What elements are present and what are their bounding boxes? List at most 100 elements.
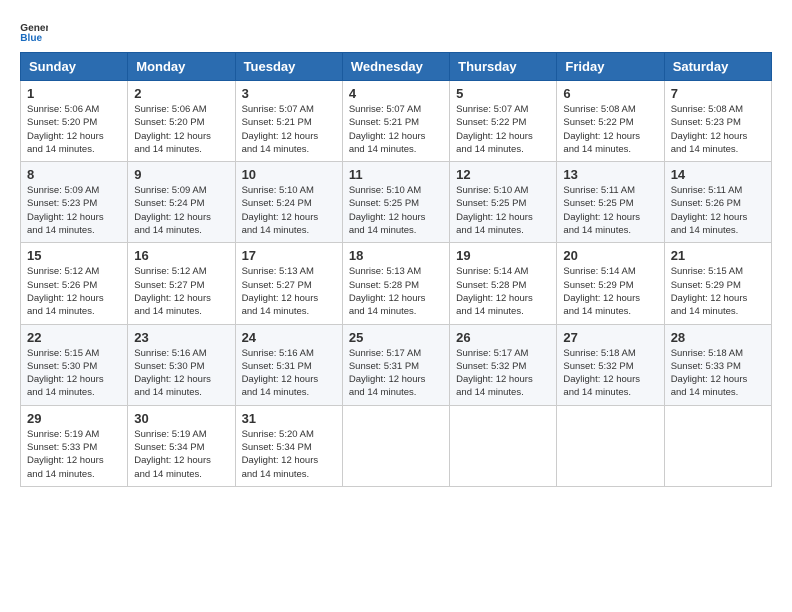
day-number: 2 [134, 86, 228, 101]
day-number: 18 [349, 248, 443, 263]
day-info: Sunrise: 5:09 AMSunset: 5:23 PMDaylight:… [27, 184, 121, 237]
calendar-body: 1Sunrise: 5:06 AMSunset: 5:20 PMDaylight… [21, 81, 772, 487]
day-info: Sunrise: 5:06 AMSunset: 5:20 PMDaylight:… [27, 103, 121, 156]
logo-icon: General Blue [20, 20, 48, 42]
day-info: Sunrise: 5:18 AMSunset: 5:32 PMDaylight:… [563, 347, 657, 400]
calendar-day-cell: 17 Sunrise: 5:13 AMSunset: 5:27 PMDayligh… [235, 243, 342, 324]
calendar-day-cell: 9 Sunrise: 5:09 AMSunset: 5:24 PMDaylight… [128, 162, 235, 243]
day-info: Sunrise: 5:20 AMSunset: 5:34 PMDaylight:… [242, 428, 336, 481]
calendar-day-cell: 29 Sunrise: 5:19 AMSunset: 5:33 PMDayligh… [21, 405, 128, 486]
day-number: 9 [134, 167, 228, 182]
day-number: 6 [563, 86, 657, 101]
calendar-day-cell: 24 Sunrise: 5:16 AMSunset: 5:31 PMDayligh… [235, 324, 342, 405]
calendar-day-cell: 7 Sunrise: 5:08 AMSunset: 5:23 PMDaylight… [664, 81, 771, 162]
calendar-table: SundayMondayTuesdayWednesdayThursdayFrid… [20, 52, 772, 487]
day-info: Sunrise: 5:07 AMSunset: 5:21 PMDaylight:… [349, 103, 443, 156]
day-number: 7 [671, 86, 765, 101]
day-number: 13 [563, 167, 657, 182]
day-number: 31 [242, 411, 336, 426]
svg-text:Blue: Blue [20, 33, 42, 42]
calendar-day-cell: 28 Sunrise: 5:18 AMSunset: 5:33 PMDayligh… [664, 324, 771, 405]
calendar-day-cell: 18 Sunrise: 5:13 AMSunset: 5:28 PMDayligh… [342, 243, 449, 324]
day-info: Sunrise: 5:06 AMSunset: 5:20 PMDaylight:… [134, 103, 228, 156]
day-number: 3 [242, 86, 336, 101]
day-number: 8 [27, 167, 121, 182]
calendar-day-cell: 11 Sunrise: 5:10 AMSunset: 5:25 PMDayligh… [342, 162, 449, 243]
calendar-day-cell: 21 Sunrise: 5:15 AMSunset: 5:29 PMDayligh… [664, 243, 771, 324]
calendar-day-cell [664, 405, 771, 486]
day-info: Sunrise: 5:15 AMSunset: 5:29 PMDaylight:… [671, 265, 765, 318]
day-info: Sunrise: 5:19 AMSunset: 5:34 PMDaylight:… [134, 428, 228, 481]
calendar-day-cell [342, 405, 449, 486]
calendar-day-cell: 5 Sunrise: 5:07 AMSunset: 5:22 PMDaylight… [450, 81, 557, 162]
weekday-header-cell: Friday [557, 53, 664, 81]
weekday-header-cell: Tuesday [235, 53, 342, 81]
calendar-day-cell: 22 Sunrise: 5:15 AMSunset: 5:30 PMDayligh… [21, 324, 128, 405]
day-info: Sunrise: 5:07 AMSunset: 5:22 PMDaylight:… [456, 103, 550, 156]
calendar-day-cell: 20Sunrise: 5:14 AMSunset: 5:29 PMDayligh… [557, 243, 664, 324]
calendar-day-cell [450, 405, 557, 486]
calendar-day-cell: 14 Sunrise: 5:11 AMSunset: 5:26 PMDayligh… [664, 162, 771, 243]
calendar-day-cell: 16Sunrise: 5:12 AMSunset: 5:27 PMDayligh… [128, 243, 235, 324]
page-header: General Blue [20, 20, 772, 42]
weekday-header-cell: Thursday [450, 53, 557, 81]
day-number: 25 [349, 330, 443, 345]
day-info: Sunrise: 5:16 AMSunset: 5:30 PMDaylight:… [134, 347, 228, 400]
day-info: Sunrise: 5:12 AMSunset: 5:27 PMDaylight:… [134, 265, 228, 318]
day-number: 14 [671, 167, 765, 182]
day-info: Sunrise: 5:12 AMSunset: 5:26 PMDaylight:… [27, 265, 121, 318]
weekday-header-cell: Saturday [664, 53, 771, 81]
day-number: 24 [242, 330, 336, 345]
calendar-day-cell: 8 Sunrise: 5:09 AMSunset: 5:23 PMDaylight… [21, 162, 128, 243]
calendar-week-row: 1Sunrise: 5:06 AMSunset: 5:20 PMDaylight… [21, 81, 772, 162]
day-number: 28 [671, 330, 765, 345]
weekday-header-cell: Wednesday [342, 53, 449, 81]
day-number: 17 [242, 248, 336, 263]
weekday-header-cell: Monday [128, 53, 235, 81]
calendar-day-cell: 30Sunrise: 5:19 AMSunset: 5:34 PMDayligh… [128, 405, 235, 486]
calendar-week-row: 15 Sunrise: 5:12 AMSunset: 5:26 PMDayligh… [21, 243, 772, 324]
day-number: 22 [27, 330, 121, 345]
calendar-week-row: 22 Sunrise: 5:15 AMSunset: 5:30 PMDayligh… [21, 324, 772, 405]
day-info: Sunrise: 5:10 AMSunset: 5:25 PMDaylight:… [456, 184, 550, 237]
calendar-day-cell: 12Sunrise: 5:10 AMSunset: 5:25 PMDayligh… [450, 162, 557, 243]
day-info: Sunrise: 5:19 AMSunset: 5:33 PMDaylight:… [27, 428, 121, 481]
day-info: Sunrise: 5:17 AMSunset: 5:31 PMDaylight:… [349, 347, 443, 400]
calendar-day-cell: 6 Sunrise: 5:08 AMSunset: 5:22 PMDaylight… [557, 81, 664, 162]
calendar-day-cell [557, 405, 664, 486]
day-info: Sunrise: 5:13 AMSunset: 5:27 PMDaylight:… [242, 265, 336, 318]
day-info: Sunrise: 5:10 AMSunset: 5:24 PMDaylight:… [242, 184, 336, 237]
day-info: Sunrise: 5:17 AMSunset: 5:32 PMDaylight:… [456, 347, 550, 400]
day-number: 26 [456, 330, 550, 345]
calendar-day-cell: 19Sunrise: 5:14 AMSunset: 5:28 PMDayligh… [450, 243, 557, 324]
day-info: Sunrise: 5:11 AMSunset: 5:26 PMDaylight:… [671, 184, 765, 237]
calendar-day-cell: 15 Sunrise: 5:12 AMSunset: 5:26 PMDayligh… [21, 243, 128, 324]
weekday-header-row: SundayMondayTuesdayWednesdayThursdayFrid… [21, 53, 772, 81]
day-info: Sunrise: 5:18 AMSunset: 5:33 PMDaylight:… [671, 347, 765, 400]
day-number: 27 [563, 330, 657, 345]
day-info: Sunrise: 5:08 AMSunset: 5:22 PMDaylight:… [563, 103, 657, 156]
day-info: Sunrise: 5:10 AMSunset: 5:25 PMDaylight:… [349, 184, 443, 237]
day-number: 11 [349, 167, 443, 182]
day-number: 5 [456, 86, 550, 101]
day-number: 29 [27, 411, 121, 426]
calendar-week-row: 8 Sunrise: 5:09 AMSunset: 5:23 PMDaylight… [21, 162, 772, 243]
day-number: 4 [349, 86, 443, 101]
day-info: Sunrise: 5:15 AMSunset: 5:30 PMDaylight:… [27, 347, 121, 400]
weekday-header-cell: Sunday [21, 53, 128, 81]
day-info: Sunrise: 5:08 AMSunset: 5:23 PMDaylight:… [671, 103, 765, 156]
day-info: Sunrise: 5:13 AMSunset: 5:28 PMDaylight:… [349, 265, 443, 318]
day-info: Sunrise: 5:11 AMSunset: 5:25 PMDaylight:… [563, 184, 657, 237]
day-number: 15 [27, 248, 121, 263]
calendar-day-cell: 3 Sunrise: 5:07 AMSunset: 5:21 PMDaylight… [235, 81, 342, 162]
day-number: 23 [134, 330, 228, 345]
calendar-day-cell: 4 Sunrise: 5:07 AMSunset: 5:21 PMDaylight… [342, 81, 449, 162]
day-info: Sunrise: 5:07 AMSunset: 5:21 PMDaylight:… [242, 103, 336, 156]
day-info: Sunrise: 5:16 AMSunset: 5:31 PMDaylight:… [242, 347, 336, 400]
day-info: Sunrise: 5:09 AMSunset: 5:24 PMDaylight:… [134, 184, 228, 237]
day-info: Sunrise: 5:14 AMSunset: 5:28 PMDaylight:… [456, 265, 550, 318]
calendar-day-cell: 26 Sunrise: 5:17 AMSunset: 5:32 PMDayligh… [450, 324, 557, 405]
calendar-day-cell: 10 Sunrise: 5:10 AMSunset: 5:24 PMDayligh… [235, 162, 342, 243]
day-number: 10 [242, 167, 336, 182]
day-number: 21 [671, 248, 765, 263]
